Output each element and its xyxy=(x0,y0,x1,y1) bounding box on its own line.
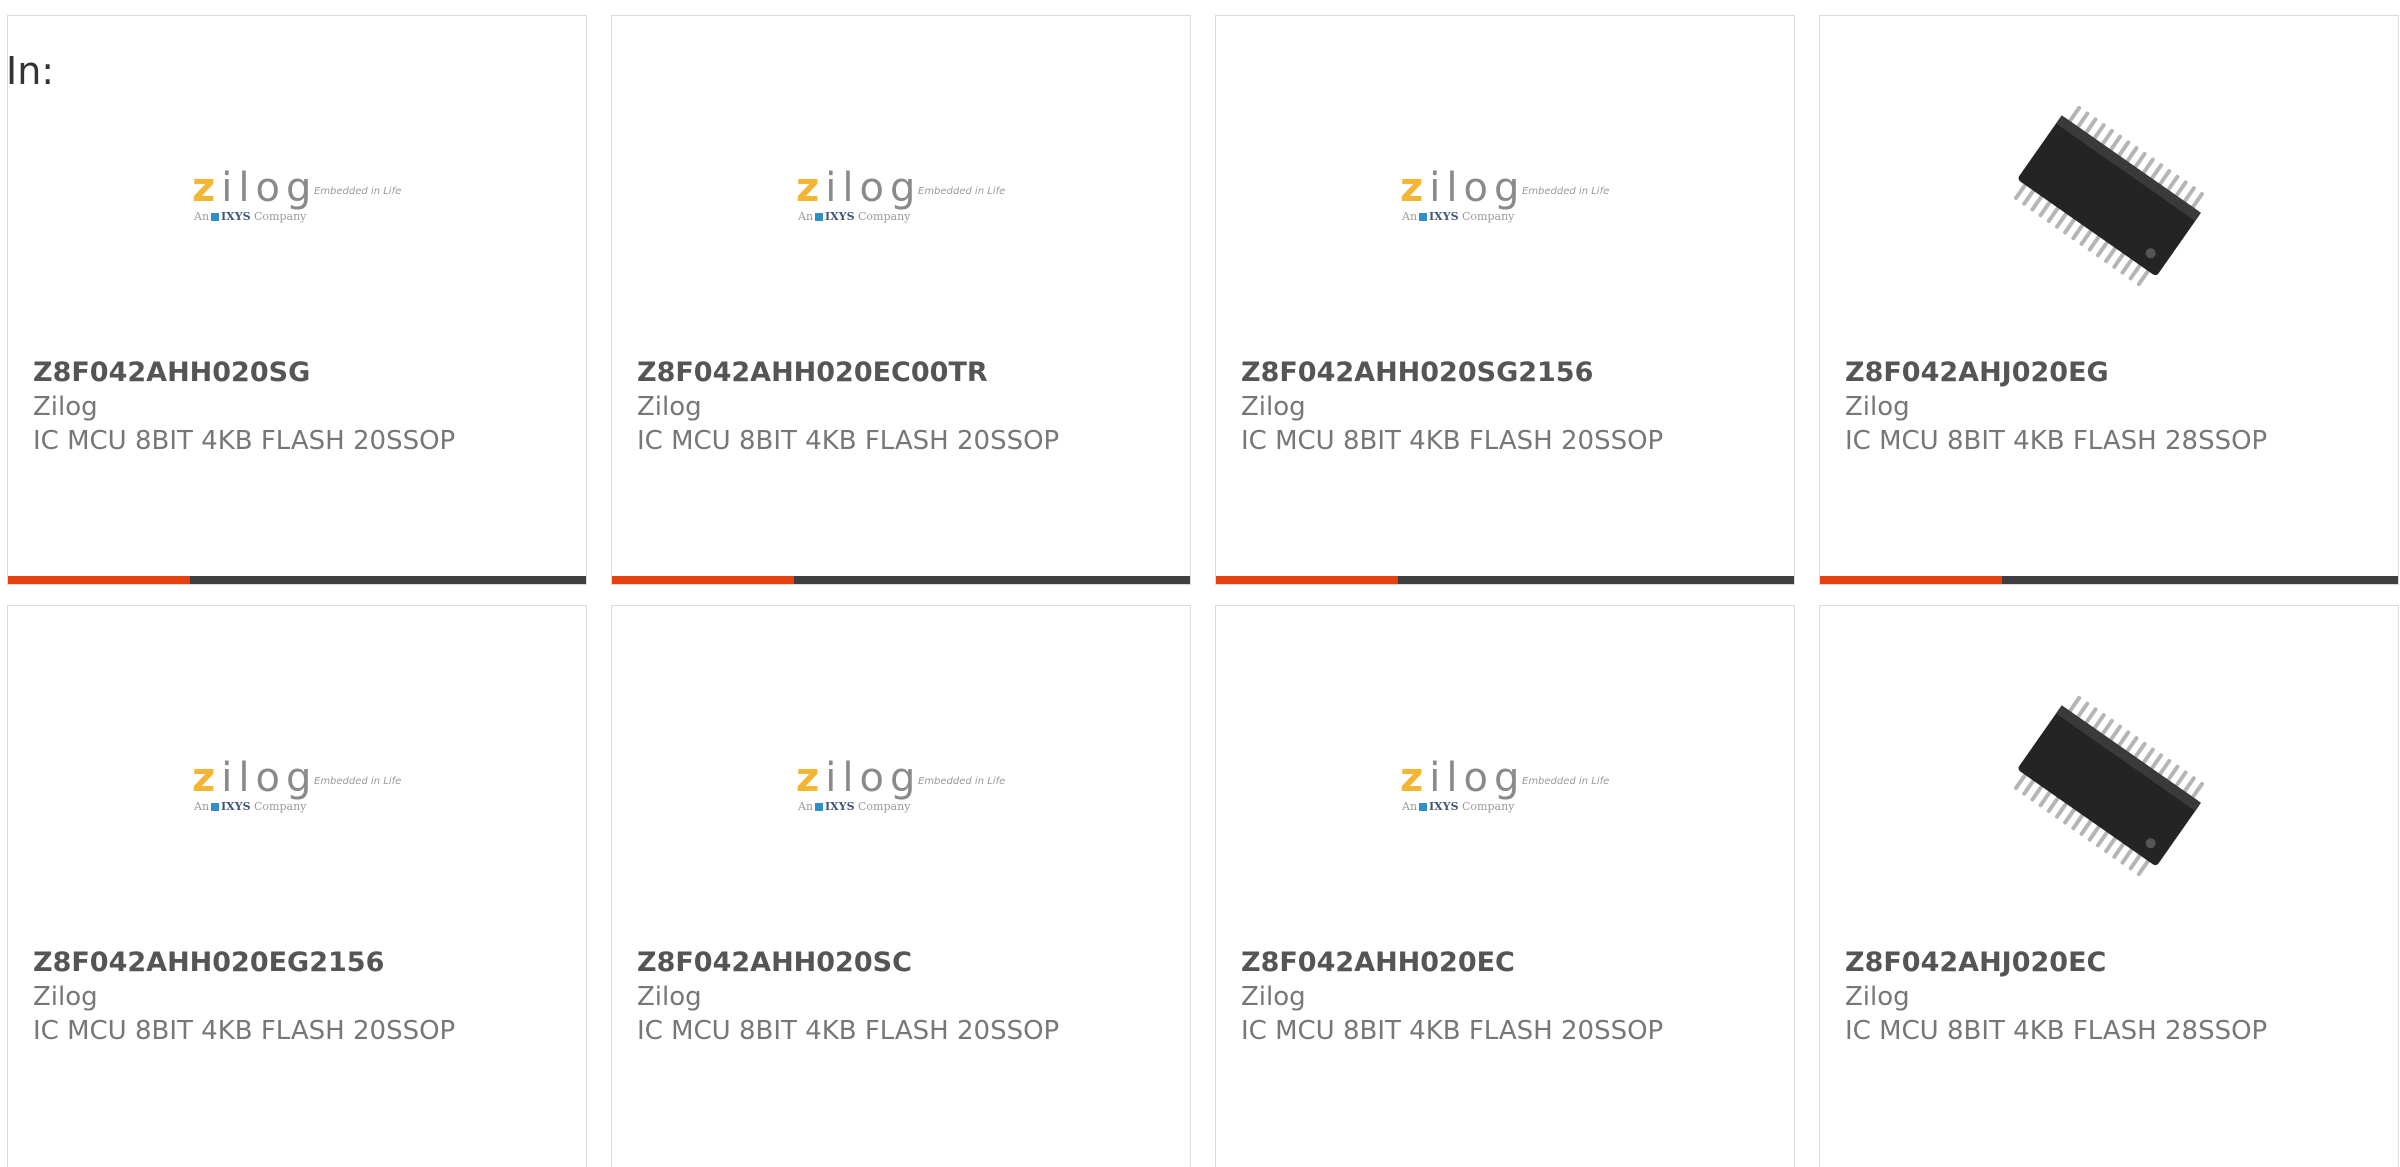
part-number[interactable]: Z8F042AHH020SC xyxy=(637,946,1180,980)
product-card[interactable]: zilog Embedded in Life An IXYS Company Z8… xyxy=(7,605,587,1167)
manufacturer: Zilog xyxy=(1241,982,1306,1012)
card-progress-bar xyxy=(8,576,586,584)
product-image: zilog Embedded in Life An IXYS Company xyxy=(8,676,586,896)
manufacturer: Zilog xyxy=(1845,982,1910,1012)
description: IC MCU 8BIT 4KB FLASH 20SSOP xyxy=(33,426,456,456)
zilog-logo-icon: zilog Embedded in Life An IXYS Company xyxy=(796,165,1006,223)
description: IC MCU 8BIT 4KB FLASH 20SSOP xyxy=(637,426,1060,456)
part-number[interactable]: Z8F042AHH020SG xyxy=(33,356,576,390)
card-progress-bar xyxy=(1216,576,1794,584)
zilog-logo-icon: zilog Embedded in Life An IXYS Company xyxy=(1400,755,1610,813)
description: IC MCU 8BIT 4KB FLASH 20SSOP xyxy=(1241,1016,1664,1046)
product-card[interactable]: zilog Embedded in Life An IXYS Company Z8… xyxy=(611,15,1191,585)
product-card[interactable]: zilog Embedded in Life An IXYS Company Z8… xyxy=(7,15,587,585)
manufacturer: Zilog xyxy=(33,982,98,1012)
description: IC MCU 8BIT 4KB FLASH 20SSOP xyxy=(1241,426,1664,456)
manufacturer: Zilog xyxy=(637,392,702,422)
product-grid: zilog Embedded in Life An IXYS Company Z8… xyxy=(7,15,2400,1167)
filter-label: In: xyxy=(6,49,55,93)
description: IC MCU 8BIT 4KB FLASH 28SSOP xyxy=(1845,426,2268,456)
zilog-logo-icon: zilog Embedded in Life An IXYS Company xyxy=(192,165,402,223)
manufacturer: Zilog xyxy=(1241,392,1306,422)
product-card[interactable]: Z8F042AHJ020EC Zilog IC MCU 8BIT 4KB FLA… xyxy=(1819,605,2399,1167)
ssop-chip-icon xyxy=(1999,86,2219,306)
zilog-logo-icon: zilog Embedded in Life An IXYS Company xyxy=(1400,165,1610,223)
zilog-logo-icon: zilog Embedded in Life An IXYS Company xyxy=(796,755,1006,813)
product-card[interactable]: zilog Embedded in Life An IXYS Company Z8… xyxy=(1215,15,1795,585)
part-number[interactable]: Z8F042AHH020EG2156 xyxy=(33,946,576,980)
product-card[interactable]: Z8F042AHJ020EG Zilog IC MCU 8BIT 4KB FLA… xyxy=(1819,15,2399,585)
manufacturer: Zilog xyxy=(33,392,98,422)
product-image: zilog Embedded in Life An IXYS Company xyxy=(8,86,586,306)
card-progress-bar xyxy=(612,576,1190,584)
product-image xyxy=(1820,676,2398,896)
ssop-chip-icon xyxy=(1999,676,2219,896)
manufacturer: Zilog xyxy=(1845,392,1910,422)
card-progress-bar xyxy=(1820,576,2398,584)
description: IC MCU 8BIT 4KB FLASH 28SSOP xyxy=(1845,1016,2268,1046)
product-card[interactable]: zilog Embedded in Life An IXYS Company Z8… xyxy=(1215,605,1795,1167)
product-image: zilog Embedded in Life An IXYS Company xyxy=(1216,676,1794,896)
product-image: zilog Embedded in Life An IXYS Company xyxy=(612,86,1190,306)
product-image: zilog Embedded in Life An IXYS Company xyxy=(612,676,1190,896)
product-listing-page: In: zilog Embedded in Life An IXYS Compan… xyxy=(0,0,2400,1167)
product-image: zilog Embedded in Life An IXYS Company xyxy=(1216,86,1794,306)
description: IC MCU 8BIT 4KB FLASH 20SSOP xyxy=(637,1016,1060,1046)
zilog-logo-icon: zilog Embedded in Life An IXYS Company xyxy=(192,755,402,813)
manufacturer: Zilog xyxy=(637,982,702,1012)
part-number[interactable]: Z8F042AHH020EC00TR xyxy=(637,356,1180,390)
product-card[interactable]: zilog Embedded in Life An IXYS Company Z8… xyxy=(611,605,1191,1167)
part-number[interactable]: Z8F042AHH020SG2156 xyxy=(1241,356,1784,390)
part-number[interactable]: Z8F042AHH020EC xyxy=(1241,946,1784,980)
part-number[interactable]: Z8F042AHJ020EG xyxy=(1845,356,2388,390)
product-image xyxy=(1820,86,2398,306)
description: IC MCU 8BIT 4KB FLASH 20SSOP xyxy=(33,1016,456,1046)
part-number[interactable]: Z8F042AHJ020EC xyxy=(1845,946,2388,980)
